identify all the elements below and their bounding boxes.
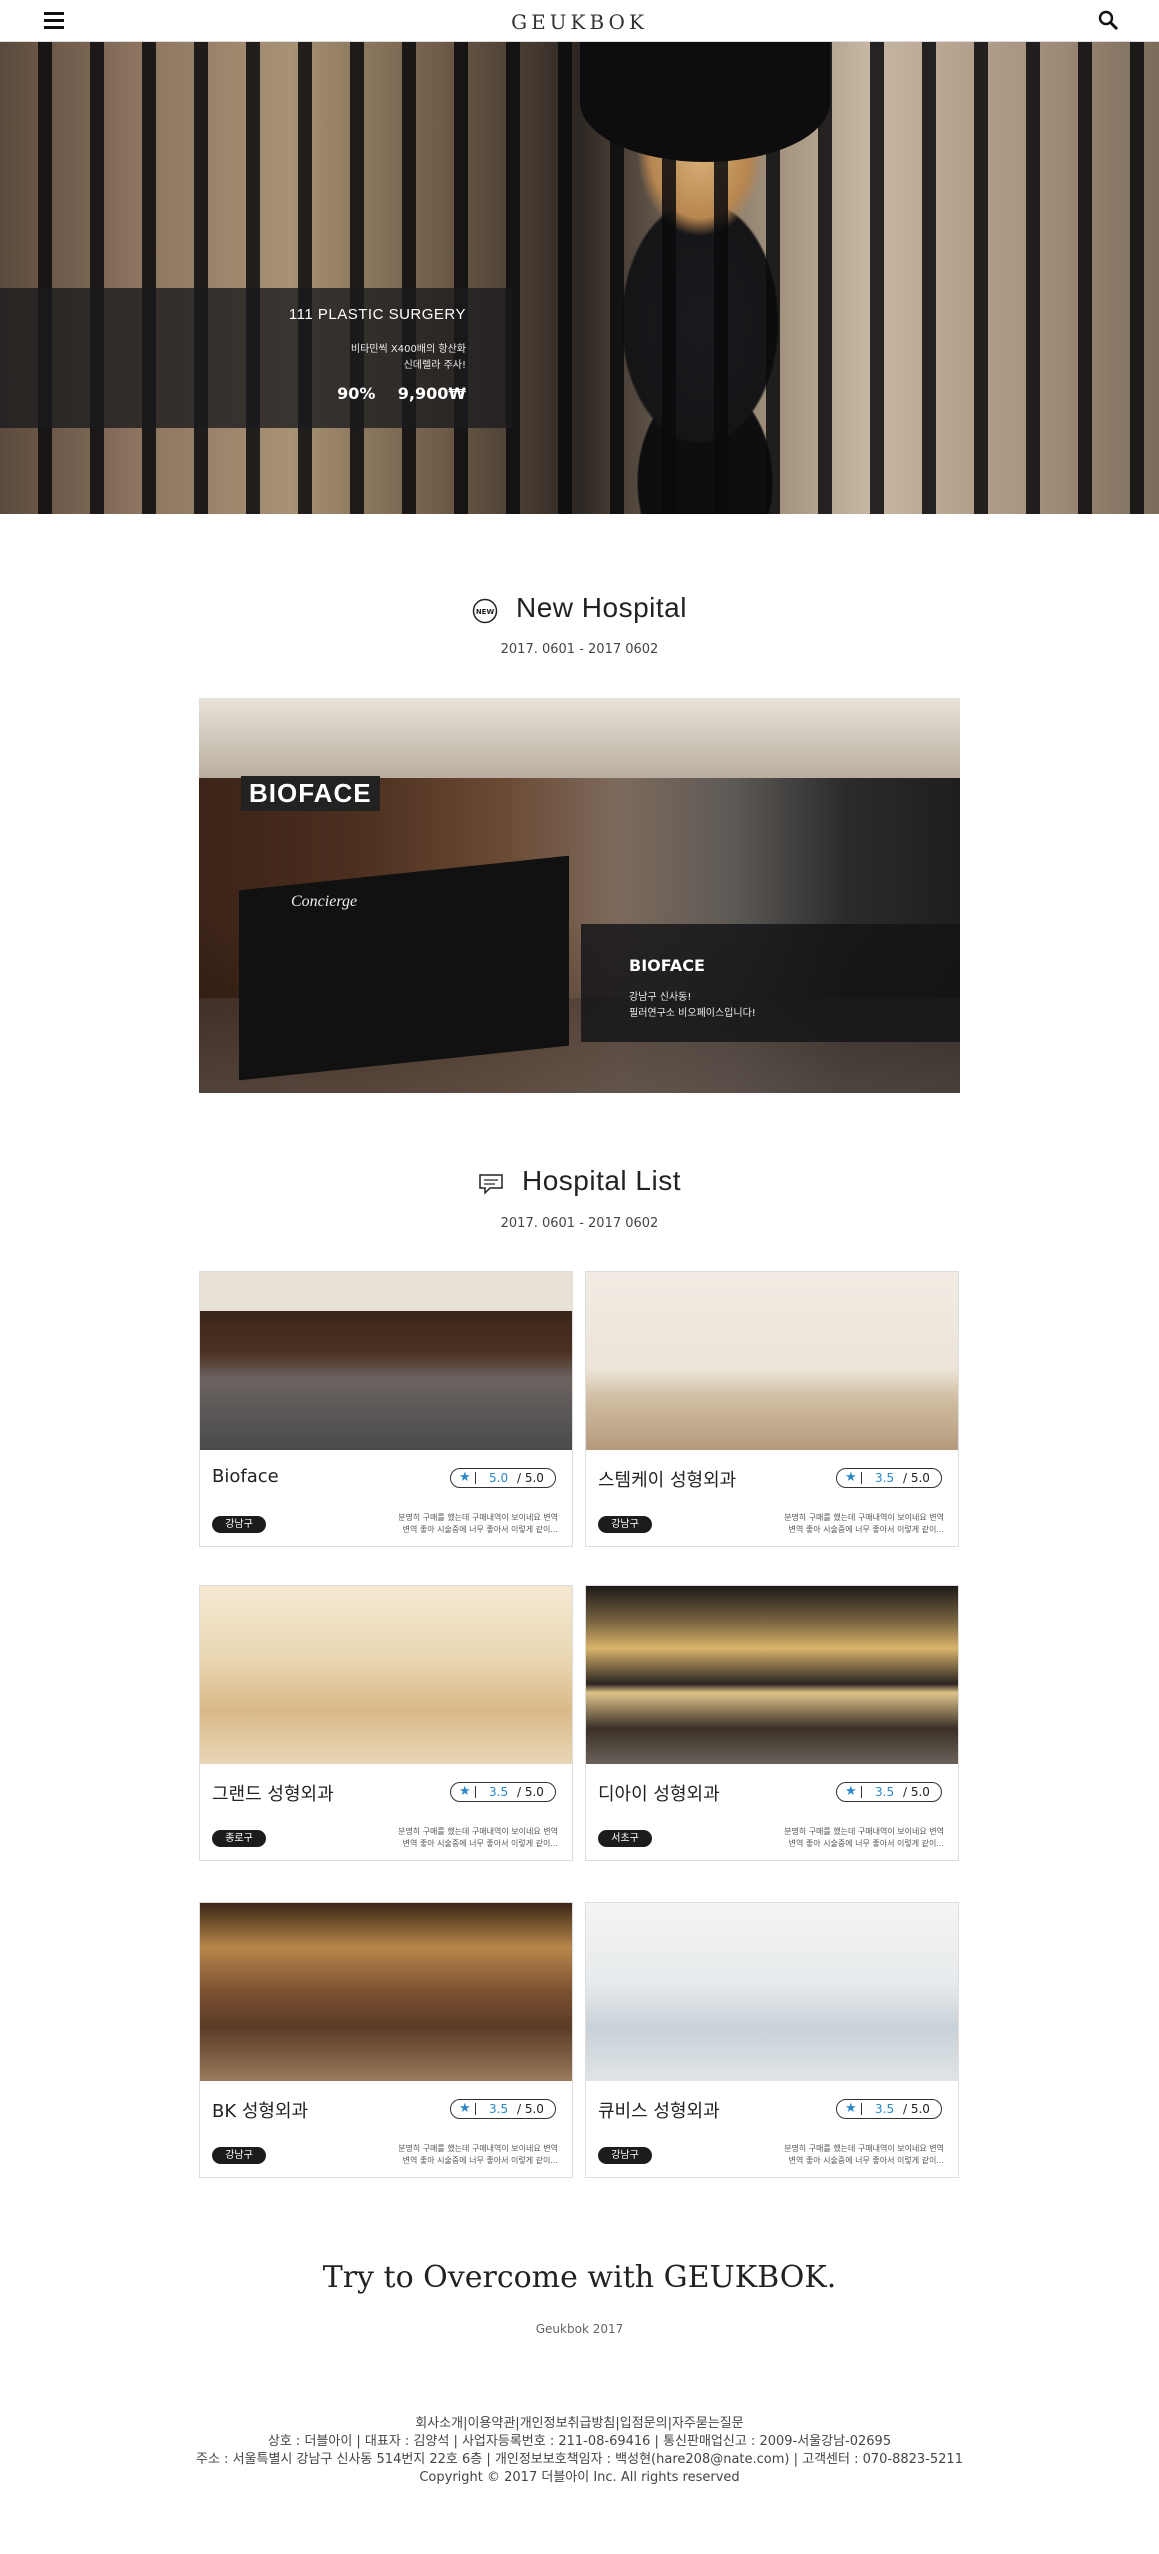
new-badge-icon: NEW — [472, 598, 498, 628]
feature-sign-sub: Concierge — [291, 893, 358, 910]
new-hospital-date: 2017. 0601 - 2017 0602 — [500, 642, 659, 657]
search-icon[interactable] — [1097, 9, 1121, 33]
hero-promo-overlay: 111 PLASTIC SURGERY 비타민씩 X400배의 항산화 신데렐라… — [0, 288, 512, 428]
footer-copyright: Copyright © 2017 더블아이 Inc. All rights re… — [419, 2470, 740, 2485]
star-icon: ★ — [459, 1784, 471, 1799]
feature-name: BIOFACE — [629, 956, 705, 975]
hero-desc-line2: 신데렐라 주사! — [403, 360, 466, 371]
hospital-desc-line1: 분명히 구매를 했는데 구매내역이 보이네요 변역 — [784, 1827, 944, 1836]
hospital-desc-line2: 변역 좋아 시술중에 너무 좋아서 이렇게 같이... — [402, 1525, 558, 1534]
svg-text:NEW: NEW — [476, 608, 495, 616]
district-badge: 강남구 — [212, 1516, 266, 1533]
rating-max: / 5.0 — [517, 2102, 544, 2116]
rating-max: / 5.0 — [903, 1785, 930, 1799]
top-header: GEUKBOK — [0, 0, 1159, 42]
hospital-desc-line1: 분명히 구매를 했는데 구매내역이 보이네요 변역 — [784, 2144, 944, 2153]
hospital-desc-line2: 변역 좋아 시술중에 너무 좋아서 이렇게 같이... — [402, 2156, 558, 2165]
hero-discount: 90% — [337, 384, 376, 403]
star-icon: ★ — [459, 2101, 471, 2116]
footer-links[interactable]: 회사소개|이용약관|개인정보취급방침|입점문의|자주묻는질문 — [0, 2412, 1159, 2431]
hospital-desc-line2: 변역 좋아 시술중에 너무 좋아서 이렇게 같이... — [402, 1839, 558, 1848]
hero-price: 90% 9,900₩ — [337, 384, 466, 403]
tagline-sub: Geukbok 2017 — [535, 2322, 624, 2336]
hospital-name: Bioface — [212, 1466, 279, 1487]
hospital-list-header: Hospital List — [0, 1165, 1159, 1200]
star-icon: ★ — [845, 2101, 857, 2116]
rating-badge: ★ 3.5 / 5.0 — [836, 1782, 942, 1802]
rating-value: 3.5 — [875, 1785, 895, 1799]
feature-desc-line2: 필러연구소 비오페이스입니다! — [629, 1008, 756, 1019]
hospital-card[interactable]: 큐비스 성형외과 ★ 3.5 / 5.0 강남구 분명히 구매를 했는데 구매내역이… — [585, 1902, 959, 2178]
hospital-photo — [200, 1272, 572, 1450]
hospital-desc-line1: 분명히 구매를 했는데 구매내역이 보이네요 변역 — [784, 1513, 944, 1522]
feature-ceiling-decoration — [199, 698, 960, 778]
hospital-name: BK 성형외과 — [212, 2101, 309, 2122]
hospital-desc-line2: 변역 좋아 시술중에 너무 좋아서 이렇게 같이... — [788, 2156, 944, 2165]
rating-value: 3.5 — [489, 2102, 509, 2116]
hospital-list-title: Hospital List — [521, 1165, 681, 1196]
hospital-photo — [586, 1903, 958, 2081]
footer-address: 주소 : 서울특별시 강남구 신사동 514번지 22호 6층 | 개인정보보호… — [196, 2452, 963, 2467]
chat-bubble-icon — [478, 1172, 504, 1200]
hospital-desc-line1: 분명히 구매를 했는데 구매내역이 보이네요 변역 — [398, 1513, 558, 1522]
rating-max: / 5.0 — [517, 1785, 544, 1799]
star-icon: ★ — [459, 1470, 471, 1485]
feature-info-overlay: BIOFACE 강남구 신사동! 필러연구소 비오페이스입니다! — [581, 924, 960, 1042]
hospital-name: 그랜드 성형외과 — [212, 1784, 334, 1805]
rating-value: 3.5 — [875, 1471, 895, 1485]
hero-title: 111 PLASTIC SURGERY — [288, 306, 466, 323]
rating-badge: ★ 3.5 / 5.0 — [836, 1468, 942, 1488]
rating-value: 3.5 — [875, 2102, 895, 2116]
rating-value: 5.0 — [489, 1471, 509, 1485]
footer-company-info: 상호 : 더블아이 | 대표자 : 김양석 | 사업자등록번호 : 211-08… — [267, 2434, 892, 2449]
district-badge: 서초구 — [598, 1830, 652, 1847]
star-icon: ★ — [845, 1784, 857, 1799]
hero-desc-line1: 비타민씩 X400배의 항산화 — [350, 344, 466, 355]
hospital-card[interactable]: 스템케이 성형외과 ★ 3.5 / 5.0 강남구 분명히 구매를 했는데 구매내역… — [585, 1271, 959, 1547]
new-hospital-title: New Hospital — [516, 592, 687, 623]
rating-badge: ★ 3.5 / 5.0 — [836, 2099, 942, 2119]
hero-model-image — [580, 42, 830, 162]
hospital-card[interactable]: Bioface ★ 5.0 / 5.0 강남구 분명히 구매를 했는데 구매내역이 … — [199, 1271, 573, 1547]
district-badge: 강남구 — [598, 2147, 652, 2164]
feature-sign-logo: BIOFACE — [241, 776, 380, 811]
hospital-card[interactable]: 그랜드 성형외과 ★ 3.5 / 5.0 종로구 분명히 구매를 했는데 구매내역이… — [199, 1585, 573, 1861]
hospital-desc-line1: 분명히 구매를 했는데 구매내역이 보이네요 변역 — [398, 1827, 558, 1836]
rating-badge: ★ 3.5 / 5.0 — [450, 1782, 556, 1802]
hospital-photo — [200, 1586, 572, 1764]
hospital-card[interactable]: BK 성형외과 ★ 3.5 / 5.0 강남구 분명히 구매를 했는데 구매내역이 … — [199, 1902, 573, 2178]
hospital-name: 큐비스 성형외과 — [598, 2101, 720, 2122]
hospital-desc-line2: 변역 좋아 시술중에 너무 좋아서 이렇게 같이... — [788, 1839, 944, 1848]
hospital-photo — [586, 1272, 958, 1450]
rating-max: / 5.0 — [903, 2102, 930, 2116]
rating-max: / 5.0 — [517, 1471, 544, 1485]
hero-fence-decoration — [0, 42, 1159, 514]
hospital-photo — [586, 1586, 958, 1764]
rating-badge: ★ 5.0 / 5.0 — [450, 1468, 556, 1488]
hero-price-value: 9,900₩ — [397, 384, 466, 403]
district-badge: 강남구 — [212, 2147, 266, 2164]
rating-value: 3.5 — [489, 1785, 509, 1799]
hospital-name: 스템케이 성형외과 — [598, 1470, 737, 1491]
star-icon: ★ — [845, 1470, 857, 1485]
hospital-desc-line1: 분명히 구매를 했는데 구매내역이 보이네요 변역 — [398, 2144, 558, 2153]
hospital-card[interactable]: 디아이 성형외과 ★ 3.5 / 5.0 서초구 분명히 구매를 했는데 구매내역이… — [585, 1585, 959, 1861]
site-logo[interactable]: GEUKBOK — [0, 10, 1159, 34]
feature-counter-decoration — [239, 855, 569, 1081]
featured-hospital-card[interactable]: BIOFACE Concierge BIOFACE 강남구 신사동! 필러연구소… — [199, 698, 960, 1093]
district-badge: 종로구 — [212, 1830, 266, 1847]
hospital-desc-line2: 변역 좋아 시술중에 너무 좋아서 이렇게 같이... — [788, 1525, 944, 1534]
new-hospital-header: NEW New Hospital — [0, 592, 1159, 628]
feature-desc-line1: 강남구 신사동! — [629, 992, 692, 1003]
hospital-list-date: 2017. 0601 - 2017 0602 — [500, 1216, 659, 1231]
rating-badge: ★ 3.5 / 5.0 — [450, 2099, 556, 2119]
hospital-photo — [200, 1903, 572, 2081]
district-badge: 강남구 — [598, 1516, 652, 1533]
rating-max: / 5.0 — [903, 1471, 930, 1485]
hero-banner[interactable]: 111 PLASTIC SURGERY 비타민씩 X400배의 항산화 신데렐라… — [0, 42, 1159, 514]
tagline: Try to Overcome with GEUKBOK. — [322, 2260, 837, 2295]
hospital-name: 디아이 성형외과 — [598, 1784, 720, 1805]
